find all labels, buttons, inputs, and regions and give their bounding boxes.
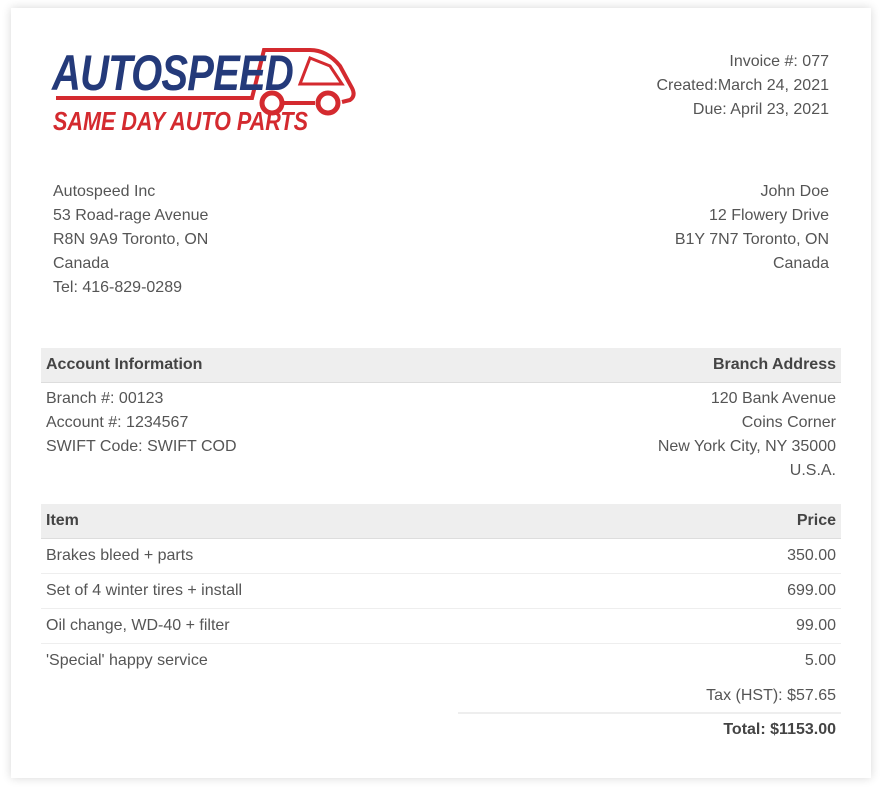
account-header-label: Account Information xyxy=(46,356,203,373)
invoice-created: Created:March 24, 2021 xyxy=(656,77,829,94)
item-name: Oil change, WD-40 + filter xyxy=(46,617,230,634)
sender-name: Autospeed Inc xyxy=(53,183,156,200)
item-price: 350.00 xyxy=(787,547,836,564)
branch-header-label: Branch Address xyxy=(713,356,836,373)
swift-code: SWIFT Code: SWIFT COD xyxy=(46,438,237,455)
table-row: Brakes bleed + parts 350.00 xyxy=(41,539,841,574)
sender-street: 53 Road-rage Avenue xyxy=(53,207,209,224)
sender-country: Canada xyxy=(53,255,110,272)
invoice-number: Invoice #: 077 xyxy=(729,53,829,70)
price-column-header: Price xyxy=(796,512,836,529)
item-price: 99.00 xyxy=(795,617,836,634)
item-name: Set of 4 winter tires + install xyxy=(46,582,243,599)
recipient-city: B1Y 7N7 Toronto, ON xyxy=(674,231,829,248)
item-price: 5.00 xyxy=(804,652,836,669)
logo-brand: AUTOSPEED xyxy=(52,45,294,101)
sender-address: Autospeed Inc 53 Road-rage Avenue R8N 9A… xyxy=(53,180,208,300)
total-line: Total: $1153.00 xyxy=(723,721,836,738)
sender-city: R8N 9A9 Toronto, ON xyxy=(53,231,209,248)
table-row: Set of 4 winter tires + install 699.00 xyxy=(41,574,841,609)
branch-number: Branch #: 00123 xyxy=(46,390,164,407)
table-row: 'Special' happy service 5.00 xyxy=(41,644,841,678)
sender-tel: Tel: 416-829-0289 xyxy=(53,279,182,296)
account-header: Account Information Branch Address xyxy=(41,348,841,383)
recipient-country: Canada xyxy=(772,255,829,272)
item-name: Brakes bleed + parts xyxy=(46,547,194,564)
items-header: Item Price xyxy=(41,504,841,539)
item-name: 'Special' happy service xyxy=(46,652,208,669)
total-divider xyxy=(458,712,841,714)
branch-address-line3: New York City, NY 35000 xyxy=(657,438,836,455)
tax-line: Tax (HST): $57.65 xyxy=(706,687,836,704)
branch-address-line4: U.S.A. xyxy=(789,462,836,479)
branch-address-line2: Coins Corner xyxy=(741,414,836,431)
invoice-due: Due: April 23, 2021 xyxy=(692,101,829,118)
recipient-address: John Doe 12 Flowery Drive B1Y 7N7 Toront… xyxy=(675,180,829,276)
recipient-street: 12 Flowery Drive xyxy=(708,207,829,224)
account-number: Account #: 1234567 xyxy=(46,414,189,431)
branch-address-line1: 120 Bank Avenue xyxy=(710,390,836,407)
item-column-header: Item xyxy=(46,512,79,529)
account-details: Branch #: 00123 Account #: 1234567 SWIFT… xyxy=(46,387,237,459)
invoice-meta: Invoice #: 077 Created:March 24, 2021 Du… xyxy=(656,50,829,122)
table-row: Oil change, WD-40 + filter 99.00 xyxy=(41,609,841,644)
logo-tagline: SAME DAY AUTO PARTS xyxy=(53,106,309,136)
branch-address: 120 Bank Avenue Coins Corner New York Ci… xyxy=(658,387,836,483)
recipient-name: John Doe xyxy=(760,183,830,200)
item-price: 699.00 xyxy=(787,582,836,599)
